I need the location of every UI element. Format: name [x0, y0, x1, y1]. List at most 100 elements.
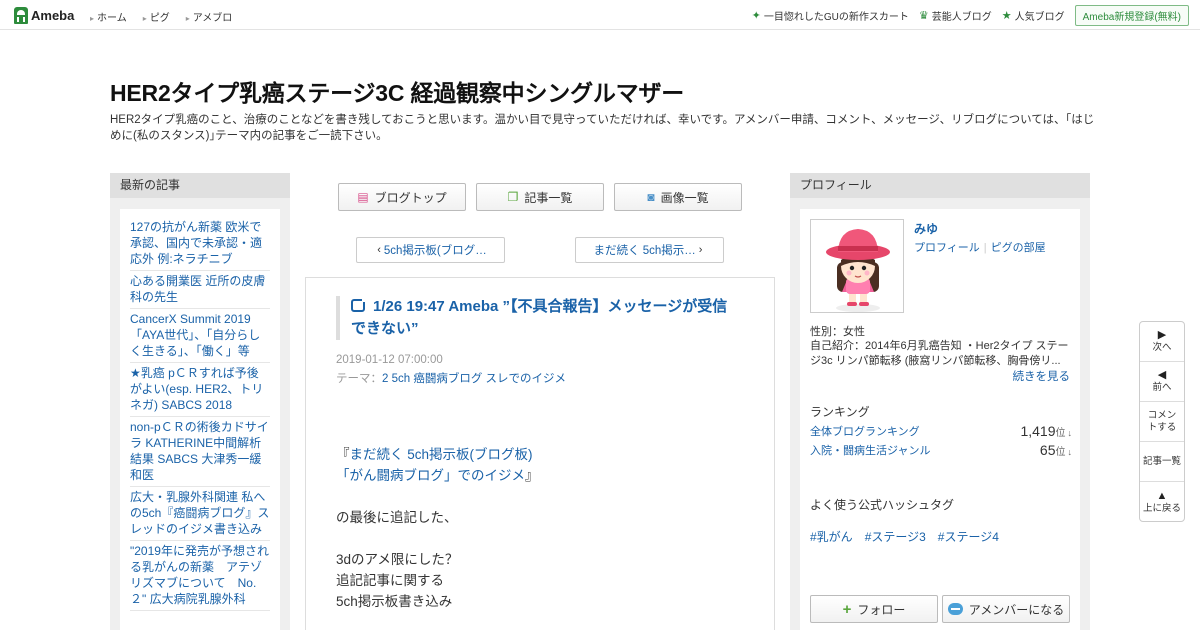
entry-paragraph: 3dのアメ限にした？: [336, 552, 459, 567]
prev-entry-button[interactable]: ◀ 前へ: [1140, 362, 1184, 402]
profile-name[interactable]: みゆ: [914, 220, 938, 237]
chevron-left-icon: ‹: [377, 244, 381, 256]
recent-article-link[interactable]: 心ある開業医 近所の皮膚科の先生: [130, 271, 270, 309]
entry-link-line: 「がん闘病ブログ」でのイジメ』: [336, 465, 746, 486]
side-article-list-label: 記事一覧: [1142, 455, 1181, 467]
side-article-list-button[interactable]: 記事一覧: [1140, 442, 1184, 482]
image-list-button[interactable]: ◙ 画像一覧: [614, 183, 742, 211]
comment-button[interactable]: コメントする: [1140, 402, 1184, 442]
entry-theme-link[interactable]: 2 5ch 癌闘病ブログ スレでのイジメ: [382, 373, 566, 385]
sparkle-icon: ✦: [751, 9, 761, 22]
recent-articles-panel: 最新の記事 127の抗がん新薬 欧米で承認、国内で未承認・適応外 例:ネラチニブ…: [110, 173, 290, 630]
entry-title-text: 1/26 19:47 Ameba ”【不具合報告】メッセージが受信できない”: [351, 298, 728, 337]
ranking-unit: 位: [1055, 428, 1066, 439]
profile-link[interactable]: プロフィール: [914, 242, 980, 254]
hashtag-heading: よく使う公式ハッシュタグ: [810, 498, 955, 512]
link-separator: |: [983, 242, 987, 254]
next-article-label: まだ続く 5ch掲示…: [593, 245, 696, 257]
image-list-label: 画像一覧: [660, 190, 709, 205]
back-to-top-button[interactable]: ▲ 上に戻る: [1140, 482, 1184, 522]
entry-linked-article-1[interactable]: まだ続く 5ch掲示板(ブログ板): [350, 447, 533, 462]
global-header: Ameba ホーム ピグ アメブロ ✦ 一目惚れしたGUの新作スカート ♛ 芸能…: [0, 0, 1200, 30]
entry-theme: テーマ：2 5ch 癌闘病ブログ スレでのイジメ: [336, 370, 566, 386]
blog-top-icon: ▤: [357, 190, 369, 204]
back-to-top-label: 上に戻る: [1142, 502, 1181, 514]
hashtag-link[interactable]: #ステージ3: [865, 528, 926, 545]
article-list-icon: ❐: [507, 190, 519, 204]
arrow-down-icon: ↓: [1067, 447, 1073, 457]
next-article-button[interactable]: まだ続く 5ch掲示… ›: [575, 237, 724, 263]
logo-text: Ameba: [31, 7, 75, 23]
follow-button[interactable]: + フォロー: [810, 595, 938, 623]
hashtag-list: #乳がん #ステージ3 #ステージ4: [810, 528, 1011, 545]
nav-pigg[interactable]: ピグ: [143, 9, 170, 24]
blog-top-button[interactable]: ▤ ブログトップ: [338, 183, 466, 211]
hashtag-link[interactable]: #ステージ4: [938, 528, 999, 545]
prev-article-button[interactable]: ‹ 5ch掲示板(ブログ…: [356, 237, 505, 263]
amember-icon: [947, 603, 963, 615]
profile-box: みゆ プロフィール | ピグの部屋 性別：女性 自己紹介：2014年6月乳癌告知 ・…: [800, 209, 1080, 630]
arrow-down-icon: ↓: [1067, 428, 1073, 438]
recent-article-link[interactable]: non-pＣＲの術後カドサイラ KATHERINE中間解析結果 SABCS 大津…: [130, 417, 270, 487]
ranking-label[interactable]: 全体ブログランキング: [810, 423, 920, 439]
play-left-icon: ◀: [1157, 369, 1167, 381]
recent-article-link[interactable]: CancerX Summit 2019 「AYA世代」、「自分らしく生きる」、「…: [130, 309, 270, 363]
profile-links: プロフィール | ピグの部屋: [914, 239, 1046, 255]
promo-link-label: 一目惚れしたGUの新作スカート: [763, 11, 909, 23]
blog-title[interactable]: HER2タイプ乳癌ステージ3C 経過観察中シングルマザー: [110, 74, 684, 108]
ranking-value-group: 65位 ↓: [1040, 442, 1072, 458]
prev-article-label: 5ch掲示板(ブログ…: [383, 245, 487, 257]
amember-button[interactable]: アメンバーになる: [942, 595, 1070, 623]
star-icon: ★: [1001, 9, 1012, 22]
signup-button[interactable]: Ameba新規登録(無料): [1074, 4, 1189, 26]
ranking-value: 65: [1039, 442, 1056, 458]
avatar-illustration: [826, 229, 890, 312]
ranking-heading: ランキング: [810, 405, 870, 419]
avatar[interactable]: [810, 219, 904, 313]
entry-body: 『まだ続く 5ch掲示板(ブログ板) 「がん闘病ブログ」でのイジメ』 の最後に追…: [336, 444, 746, 612]
ameba-logo-icon: [14, 6, 28, 24]
nav-ameblo[interactable]: アメブロ: [186, 9, 233, 24]
ranking-value-group: 1,419位 ↓: [1020, 423, 1072, 439]
entry-paragraph: 5ch掲示板書き込み: [336, 594, 453, 609]
ranking-row: 全体ブログランキング 1,419位 ↓: [810, 423, 1072, 439]
nav-home[interactable]: ホーム: [90, 9, 127, 24]
crown-icon: ♛: [918, 9, 929, 22]
blog-top-label: ブログトップ: [374, 190, 447, 205]
next-entry-button[interactable]: ▶ 次へ: [1140, 322, 1184, 362]
camera-icon: ◙: [647, 190, 655, 204]
entry-linked-article-2[interactable]: 「がん闘病ブログ」でのイジメ: [336, 468, 525, 483]
blog-description: HER2タイプ乳癌のこと、治療のことなどを書き残しておこうと思います。温かい目で…: [110, 114, 1095, 142]
promo-link[interactable]: ✦ 一目惚れしたGUの新作スカート: [752, 8, 909, 23]
pigg-room-link[interactable]: ピグの部屋: [991, 242, 1046, 254]
recent-article-link[interactable]: ★乳癌 pＣＲすれば予後がよい(esp. HER2、トリネガ) SABCS 20…: [130, 363, 270, 417]
popular-blog-link[interactable]: ★ 人気ブログ: [1002, 8, 1065, 23]
article-list-button[interactable]: ❐ 記事一覧: [476, 183, 604, 211]
celebrity-blog-link[interactable]: ♛ 芸能人ブログ: [919, 8, 992, 23]
profile-panel: プロフィール みゆ プロフィール | ピグの部屋 性別：女性 自己紹介：2014…: [790, 173, 1090, 630]
follow-label: フォロー: [857, 602, 906, 617]
read-more-link[interactable]: 続きを見る: [1013, 368, 1071, 384]
celebrity-blog-label: 芸能人ブログ: [931, 11, 992, 23]
entry-theme-prefix: テーマ：: [336, 373, 382, 385]
arrow-up-icon: ▲: [1156, 489, 1168, 502]
entry-title[interactable]: 1/26 19:47 Ameba ”【不具合報告】メッセージが受信できない”: [336, 296, 736, 340]
entry-date: 2019-01-12 07:00:00: [336, 354, 443, 366]
plus-icon: +: [842, 600, 852, 618]
profile-heading: プロフィール: [790, 173, 1090, 198]
article-list-label: 記事一覧: [524, 190, 573, 205]
hashtag-link[interactable]: #乳がん: [810, 528, 853, 545]
recent-article-link[interactable]: 広大・乳腺外科関連 私への5ch『癌闘病ブログ』スレッドのイジメ書き込み: [130, 487, 270, 541]
ameba-logo[interactable]: Ameba: [14, 6, 74, 24]
chevron-right-icon: ›: [698, 244, 703, 256]
amember-label: アメンバーになる: [968, 602, 1065, 617]
recent-article-link[interactable]: 127の抗がん新薬 欧米で承認、国内で未承認・適応外 例:ネラチニブ: [130, 217, 270, 271]
popular-blog-label: 人気ブログ: [1014, 11, 1065, 23]
ranking-label[interactable]: 入院・闘病生活ジャンル: [810, 442, 930, 458]
recent-article-link[interactable]: "2019年に発売が予想される乳がんの新薬 アテゾリズマブについて No.２" …: [130, 541, 270, 611]
entry-paragraph: 追記記事に関する: [336, 573, 444, 588]
article-entry: 1/26 19:47 Ameba ”【不具合報告】メッセージが受信できない” 2…: [305, 277, 775, 630]
entry-paragraph: の最後に追記した、: [336, 510, 458, 525]
quote-close: 』: [525, 468, 539, 483]
